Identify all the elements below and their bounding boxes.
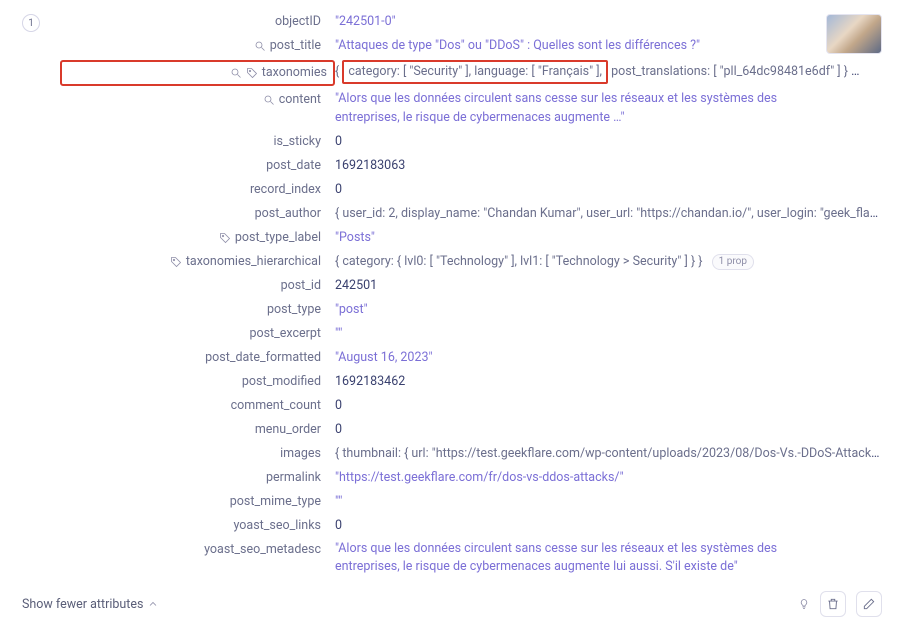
attr-row-is_sticky: is_sticky 0	[60, 130, 882, 154]
attr-key: post_mime_type	[230, 492, 321, 512]
attr-row-images: images { thumbnail: { url: "https://test…	[60, 442, 882, 466]
attr-key: objectID	[275, 12, 321, 32]
attr-key: post_author	[255, 204, 321, 224]
attr-key: yoast_seo_metadesc	[204, 540, 321, 560]
attr-row-post_id: post_id 242501	[60, 274, 882, 298]
attr-value: { user_id: 2, display_name: "Chandan Kum…	[335, 206, 882, 221]
toggle-attributes-label: Show fewer attributes	[22, 597, 143, 612]
attr-row-post_type: post_type "post"	[60, 298, 882, 322]
search-icon	[263, 94, 275, 106]
props-pill: 3 props	[857, 64, 882, 80]
attr-value: "https://test.geekflare.com/fr/dos-vs-dd…	[335, 470, 624, 485]
attr-value: 0	[335, 182, 342, 197]
search-icon	[254, 40, 266, 52]
tag-icon	[246, 67, 258, 79]
attr-row-post_modified: post_modified 1692183462	[60, 370, 882, 394]
attr-key: yoast_seo_links	[233, 516, 321, 536]
props-pill: 1 prop	[712, 254, 754, 270]
search-icon	[230, 67, 242, 79]
attr-key: post_type	[267, 300, 321, 320]
attr-row-post_date: post_date 1692183063	[60, 154, 882, 178]
attr-value: ""	[335, 494, 342, 509]
attr-value: 0	[335, 398, 342, 413]
attr-value: "Attaques de type "Dos" ou "DDoS" : Quel…	[335, 38, 700, 53]
attr-row-taxonomies: taxonomies { category: [ "Security" ], l…	[60, 58, 882, 88]
attr-value: "Posts"	[335, 230, 375, 245]
attr-key: post_date_formatted	[205, 348, 321, 368]
attr-value: 0	[335, 134, 342, 149]
attr-row-post_mime_type: post_mime_type ""	[60, 490, 882, 514]
delete-button[interactable]	[820, 591, 846, 617]
attr-key: taxonomies_hierarchical	[186, 252, 321, 272]
highlighted-fragment: category: [ "Security" ], language: [ "F…	[342, 60, 608, 84]
attr-key: post_modified	[242, 372, 321, 392]
attr-key: post_type_label	[235, 228, 321, 248]
attr-value: 0	[335, 518, 342, 533]
attr-key: comment_count	[231, 396, 321, 416]
attr-row-taxonomies_hierarchical: taxonomies_hierarchical { category: { lv…	[60, 250, 882, 274]
record-index-badge: 1	[22, 14, 40, 32]
attr-row-objectID: objectID "242501-0"	[60, 10, 882, 34]
attr-value: 0	[335, 422, 342, 437]
attr-row-post_type_label: post_type_label "Posts"	[60, 226, 882, 250]
attr-value: "August 16, 2023"	[335, 350, 433, 365]
attr-row-post_excerpt: post_excerpt ""	[60, 322, 882, 346]
attr-row-menu_order: menu_order 0	[60, 418, 882, 442]
attr-row-permalink: permalink "https://test.geekflare.com/fr…	[60, 466, 882, 490]
attr-key: images	[280, 444, 321, 464]
lightbulb-icon[interactable]	[798, 598, 810, 610]
attr-value: "Alors que les données circulent sans ce…	[335, 91, 777, 125]
attr-row-post_author: post_author { user_id: 2, display_name: …	[60, 202, 882, 226]
attr-row-yoast_seo_metadesc: yoast_seo_metadesc "Alors que les donnée…	[60, 538, 882, 580]
attr-row-comment_count: comment_count 0	[60, 394, 882, 418]
tag-icon	[170, 256, 182, 268]
record-footer: Show fewer attributes	[22, 591, 882, 617]
attr-row-content: content "Alors que les données circulent…	[60, 88, 882, 130]
attr-value: { category: { lvl0: [ "Technology" ], lv…	[335, 254, 703, 269]
attr-key: record_index	[250, 180, 321, 200]
attr-value: { category: [ "Security" ], language: [ …	[335, 64, 851, 79]
attr-row-yoast_seo_links: yoast_seo_links 0	[60, 514, 882, 538]
attr-key: post_title	[270, 36, 321, 56]
attr-value: { thumbnail: { url: "https://test.geekfl…	[335, 446, 882, 461]
chevron-up-icon	[147, 598, 159, 610]
attr-value: ""	[335, 326, 342, 341]
attr-value: "Alors que les données circulent sans ce…	[335, 541, 777, 575]
attr-value: 1692183063	[335, 158, 405, 173]
attr-key: menu_order	[255, 420, 321, 440]
attr-key: is_sticky	[273, 132, 321, 152]
attr-value: "242501-0"	[335, 14, 396, 29]
attr-key: post_date	[266, 156, 321, 176]
edit-button[interactable]	[856, 591, 882, 617]
toggle-attributes-button[interactable]: Show fewer attributes	[22, 597, 159, 612]
tag-icon	[219, 232, 231, 244]
attr-key: content	[279, 90, 321, 110]
attr-key: permalink	[266, 468, 321, 488]
attr-key: post_id	[281, 276, 321, 296]
attr-value: 242501	[335, 278, 377, 293]
attr-value: "post"	[335, 302, 368, 317]
attr-row-record_index: record_index 0	[60, 178, 882, 202]
attr-row-post_title: post_title "Attaques de type "Dos" ou "D…	[60, 34, 882, 58]
attribute-list: objectID "242501-0" post_title "Attaques…	[60, 10, 882, 579]
attr-row-post_date_formatted: post_date_formatted "August 16, 2023"	[60, 346, 882, 370]
attr-key: post_excerpt	[249, 324, 321, 344]
attr-value: 1692183462	[335, 374, 405, 389]
attr-key: taxonomies	[262, 63, 327, 83]
